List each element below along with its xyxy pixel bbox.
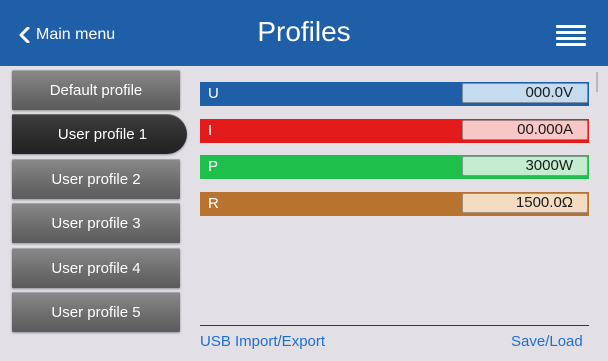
current-value: 00.000A <box>462 120 588 140</box>
profile-button-user-1[interactable]: User profile 1 <box>12 114 187 154</box>
usb-import-export-link[interactable]: USB Import/Export <box>200 333 325 350</box>
main-menu-label: Main menu <box>36 26 116 43</box>
hamburger-menu-icon[interactable] <box>556 25 586 47</box>
scrollbar[interactable] <box>596 72 598 92</box>
current-bar[interactable]: I 00.000A <box>200 119 589 143</box>
profile-label: Default profile <box>49 81 143 99</box>
voltage-value: 000.0V <box>462 83 588 103</box>
save-load-link[interactable]: Save/Load <box>511 333 583 350</box>
voltage-label: U <box>208 85 219 102</box>
profile-button-default[interactable]: Default profile <box>12 70 180 110</box>
header-bar: Main menu Profiles <box>0 0 608 66</box>
profile-label: User profile 4 <box>51 259 141 277</box>
profile-button-user-4[interactable]: User profile 4 <box>12 248 180 288</box>
power-bar[interactable]: P 3000W <box>200 155 589 179</box>
main-menu-button[interactable]: Main menu <box>18 22 115 48</box>
voltage-bar[interactable]: U 000.0V <box>200 82 589 106</box>
power-value: 3000W <box>462 156 588 176</box>
current-label: I <box>208 122 213 139</box>
resistance-label: R <box>208 195 219 212</box>
profile-button-user-3[interactable]: User profile 3 <box>12 203 180 243</box>
profile-label: User profile 3 <box>51 214 141 232</box>
resistance-value: 1500.0Ω <box>462 193 588 213</box>
profiles-screen: Main menu Profiles Default profile User … <box>0 0 608 361</box>
profile-label: User profile 1 <box>57 125 148 143</box>
footer-divider <box>200 325 589 326</box>
profile-label: User profile 5 <box>51 303 141 321</box>
profile-button-user-5[interactable]: User profile 5 <box>12 292 180 332</box>
chevron-left-icon <box>19 27 30 43</box>
power-label: P <box>208 158 219 175</box>
resistance-bar[interactable]: R 1500.0Ω <box>200 192 589 216</box>
profile-label: User profile 2 <box>51 170 141 188</box>
profile-button-user-2[interactable]: User profile 2 <box>12 159 180 199</box>
